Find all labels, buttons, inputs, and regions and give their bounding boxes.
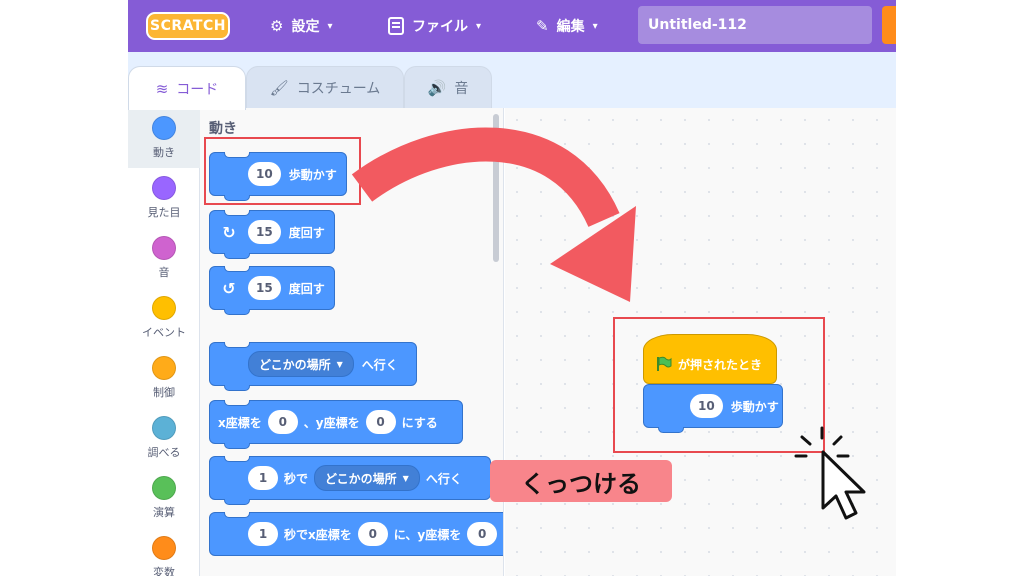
tab-code-label: コード (176, 81, 219, 98)
glide-block[interactable]: 1 秒で どこかの場所 ▼ へ行く (209, 456, 491, 505)
category-label: 演算 (153, 506, 175, 519)
category-label: 調べる (147, 446, 181, 459)
x-input[interactable]: 0 (357, 522, 388, 546)
block-text: に、y座標を (393, 527, 462, 542)
block-text: 秒でx座標を (284, 527, 352, 542)
block-notch (224, 342, 250, 348)
category-events[interactable]: イベント (128, 288, 200, 348)
file-label: ファイル (412, 19, 468, 35)
pencil-icon: ✎ (536, 17, 549, 35)
tab-sound[interactable]: 🔊 音 (404, 66, 492, 108)
menu-bar: SCRATCH ⚙ 設定 ▾ ファイル ▾ ✎ 編集 ▾ Untitled-11… (128, 0, 896, 52)
rotate-right-icon: ↻ (222, 222, 236, 242)
block-text: 度回す (288, 225, 325, 240)
category-dot-icon (152, 356, 176, 380)
tab-sound-label: 音 (454, 80, 469, 97)
block-notch (224, 456, 250, 462)
target-script-highlight (613, 317, 825, 453)
rotate-left-icon: ↺ (222, 278, 236, 298)
category-dot-icon (152, 176, 176, 200)
settings-menu[interactable]: ⚙ 設定 ▾ (270, 16, 332, 36)
x-input[interactable]: 0 (267, 410, 298, 434)
category-label: 見た目 (147, 206, 181, 219)
dropdown-value: どこかの場所 (259, 357, 331, 372)
category-label: 制御 (153, 386, 175, 399)
glide-target-dropdown[interactable]: どこかの場所 ▼ (314, 465, 420, 491)
category-dot-icon (152, 536, 176, 560)
block-notch (224, 400, 250, 406)
edit-menu[interactable]: ✎ 編集 ▾ (536, 16, 598, 36)
brush-icon: 🖌 (269, 78, 289, 97)
category-label: 動き (153, 146, 175, 159)
tab-bar: ≋ コード 🖌 コスチューム 🔊 音 (128, 52, 896, 110)
goto-xy-block[interactable]: x座標を 0 、y座標を 0 にする (209, 400, 463, 449)
block-text: x座標を (218, 415, 262, 430)
category-label: 変数 (153, 566, 175, 576)
file-icon (388, 17, 404, 35)
turn-right-block[interactable]: ↻ 15 度回す (209, 210, 335, 259)
edit-label: 編集 (556, 19, 585, 35)
tab-costume-label: コスチューム (296, 80, 381, 97)
category-dot-icon (152, 236, 176, 260)
chevron-down-icon: ▾ (476, 20, 482, 32)
seconds-input[interactable]: 1 (248, 466, 278, 490)
category-sensing[interactable]: 調べる (128, 408, 200, 468)
palette-section-title: 動き (209, 121, 237, 137)
block-bump (224, 443, 250, 449)
y-input[interactable]: 0 (467, 522, 498, 546)
chevron-down-icon: ▾ (327, 20, 333, 32)
goto-block[interactable]: どこかの場所 ▼ へ行く (209, 342, 417, 391)
palette-scrollbar[interactable] (493, 114, 499, 262)
block-text: にする (401, 415, 438, 430)
chevron-down-icon: ▼ (402, 473, 409, 483)
y-input[interactable]: 0 (365, 410, 396, 434)
category-dot-icon (152, 116, 176, 140)
category-looks[interactable]: 見た目 (128, 168, 200, 228)
dropdown-value: どこかの場所 (325, 471, 397, 486)
share-button[interactable] (882, 6, 896, 44)
chevron-down-icon: ▾ (592, 20, 598, 32)
seconds-input[interactable]: 1 (248, 522, 278, 546)
block-notch (224, 512, 250, 518)
block-text: へ行く (425, 471, 462, 486)
category-label: イベント (142, 326, 186, 339)
category-control[interactable]: 制御 (128, 348, 200, 408)
turn-left-block[interactable]: ↺ 15 度回す (209, 266, 335, 315)
tab-costume[interactable]: 🖌 コスチューム (246, 66, 404, 108)
tab-code[interactable]: ≋ コード (128, 66, 246, 110)
category-sound[interactable]: 音 (128, 228, 200, 288)
speaker-icon: 🔊 (427, 78, 447, 97)
block-bump (224, 309, 250, 315)
block-bump (224, 385, 250, 391)
scratch-logo[interactable]: SCRATCH (146, 12, 230, 40)
block-notch (224, 266, 250, 272)
block-text: 、y座標を (303, 415, 360, 430)
category-dot-icon (152, 476, 176, 500)
file-menu[interactable]: ファイル ▾ (388, 16, 481, 36)
category-operators[interactable]: 演算 (128, 468, 200, 528)
degrees-input[interactable]: 15 (248, 276, 281, 300)
code-blocks-icon: ≋ (155, 79, 169, 98)
degrees-input[interactable]: 15 (248, 220, 281, 244)
category-variables[interactable]: 変数 (128, 528, 200, 576)
goto-target-dropdown[interactable]: どこかの場所 ▼ (248, 351, 354, 377)
block-notch (224, 210, 250, 216)
category-menu: 動き 見た目 音 イベント 制御 調べる 演算 変数 (128, 108, 200, 576)
block-text: 秒で (284, 471, 309, 486)
block-text: 度回す (288, 281, 325, 296)
gear-icon: ⚙ (270, 17, 284, 35)
block-bump (224, 253, 250, 259)
attach-callout-label: くっつける (490, 460, 672, 502)
settings-label: 設定 (291, 19, 320, 35)
category-label: 音 (158, 266, 170, 279)
block-bump (224, 499, 250, 505)
chevron-down-icon: ▼ (336, 359, 343, 369)
category-dot-icon (152, 296, 176, 320)
source-block-highlight (204, 137, 361, 205)
category-dot-icon (152, 416, 176, 440)
glide-xy-block[interactable]: 1 秒でx座標を 0 に、y座標を 0 (209, 512, 503, 556)
block-text: へ行く (361, 357, 398, 372)
project-title-input[interactable]: Untitled-112 (638, 6, 872, 44)
category-motion[interactable]: 動き (128, 108, 200, 168)
